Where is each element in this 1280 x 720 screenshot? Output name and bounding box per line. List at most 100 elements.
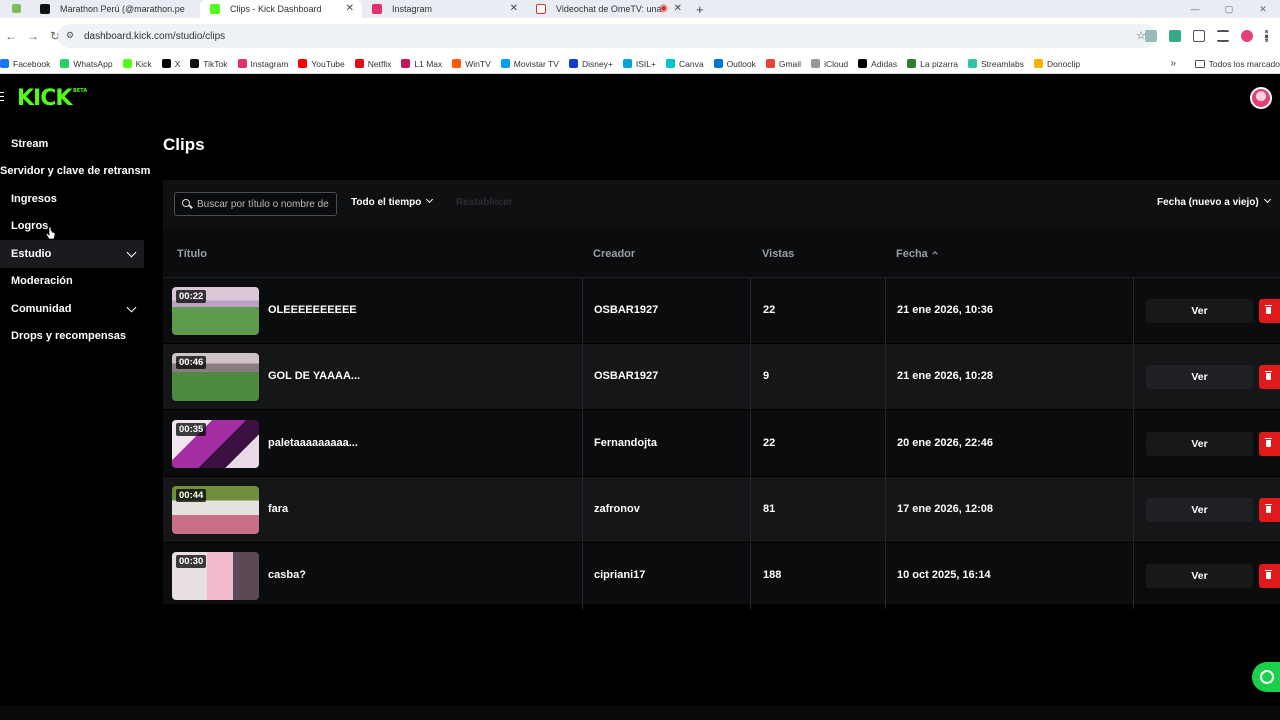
sidebar-item-estudio[interactable]: Estudio bbox=[0, 240, 144, 268]
bookmark-item[interactable]: X bbox=[161, 59, 180, 69]
minimize-icon[interactable]: — bbox=[1178, 0, 1212, 18]
table-row[interactable]: 00:44 fara zafronov 81 17 ene 2026, 12:08 Ver bbox=[163, 476, 1280, 543]
extension-icon[interactable] bbox=[1169, 30, 1181, 42]
table-row[interactable]: 00:30 casba? cipriani17 188 10 oct 2025, 16:… bbox=[163, 543, 1280, 610]
sidebar-item-ingresos[interactable]: Ingresos bbox=[0, 185, 150, 213]
delete-clip-button[interactable] bbox=[1259, 431, 1280, 456]
column-title-header[interactable]: Título bbox=[177, 248, 207, 260]
profile-avatar-icon[interactable] bbox=[1241, 30, 1253, 42]
delete-clip-button[interactable] bbox=[1259, 365, 1280, 390]
clip-creator[interactable]: cipriani17 bbox=[594, 569, 645, 581]
reset-button[interactable]: Restablecer bbox=[456, 197, 513, 208]
time-filter-dropdown[interactable]: Todo el tiempo bbox=[351, 195, 434, 208]
sidebar-item-moderacion[interactable]: Moderación bbox=[0, 268, 150, 296]
view-clip-button[interactable]: Ver bbox=[1146, 299, 1253, 323]
column-date-header[interactable]: Fecha bbox=[896, 248, 938, 260]
delete-clip-button[interactable] bbox=[1259, 497, 1280, 522]
sidebar-item-comunidad[interactable]: Comunidad bbox=[0, 295, 150, 323]
table-row[interactable]: 00:22 OLEEEEEEEEEE OSBAR1927 22 21 ene 2026,… bbox=[163, 278, 1280, 344]
bookmark-item[interactable]: Canva bbox=[665, 59, 704, 69]
chevron-down-icon[interactable] bbox=[126, 302, 137, 313]
column-divider bbox=[1133, 278, 1134, 344]
kick-logo[interactable]: KICK BETA bbox=[17, 86, 87, 111]
table-row[interactable]: 00:35 paletaaaaaaaaa... Fernandojta 22 20 en… bbox=[163, 410, 1280, 477]
sidebar-item-stream[interactable]: Stream bbox=[0, 130, 150, 158]
bookmarks-folder[interactable]: Todos los marcado bbox=[1188, 54, 1280, 73]
maximize-icon[interactable]: ▢ bbox=[1212, 0, 1246, 18]
clip-title[interactable]: fara bbox=[268, 503, 288, 515]
user-avatar[interactable] bbox=[1250, 87, 1272, 109]
clip-thumbnail[interactable]: 00:44 bbox=[172, 485, 259, 534]
bookmark-favicon-icon bbox=[1033, 59, 1043, 68]
sidebar-item-logros[interactable]: Logros bbox=[0, 213, 150, 241]
clip-thumbnail[interactable]: 00:46 bbox=[172, 353, 259, 402]
back-icon[interactable]: ← bbox=[0, 29, 22, 43]
bookmark-item[interactable]: Disney+ bbox=[568, 59, 613, 69]
bookmark-item[interactable]: Netflix bbox=[354, 59, 391, 69]
bookmark-item[interactable]: Streamlabs bbox=[967, 59, 1024, 69]
delete-clip-button[interactable] bbox=[1259, 564, 1280, 589]
media-controls-icon[interactable] bbox=[1217, 30, 1229, 42]
close-icon[interactable]: ✕ bbox=[674, 3, 682, 14]
column-creator-header[interactable]: Creador bbox=[593, 248, 635, 260]
clip-creator[interactable]: Fernandojta bbox=[594, 437, 657, 449]
bookmark-item[interactable]: Outlook bbox=[713, 59, 756, 69]
clip-creator[interactable]: OSBAR1927 bbox=[594, 304, 658, 316]
bookmark-item[interactable]: Kick bbox=[122, 59, 152, 69]
help-chat-button[interactable] bbox=[1252, 662, 1280, 692]
sidebar-item-servidor[interactable]: Servidor y clave de retransm bbox=[0, 158, 150, 186]
sidebar-item-drops[interactable]: Drops y recompensas bbox=[0, 323, 150, 351]
url-field[interactable]: ⚙ dashboard.kick.com/studio/clips ☆ bbox=[58, 24, 1156, 48]
hamburger-menu-icon[interactable] bbox=[0, 92, 4, 101]
bookmark-item[interactable]: L1 Max bbox=[401, 59, 442, 69]
browser-tab-1[interactable]: Clips - Kick Dashboard ✕ bbox=[200, 0, 362, 18]
bookmark-item[interactable]: ISIL+ bbox=[622, 59, 656, 69]
browser-tab-0[interactable]: Marathon Perú (@marathon.pe bbox=[30, 0, 200, 18]
new-tab-icon[interactable]: + bbox=[696, 2, 704, 17]
clip-creator[interactable]: OSBAR1927 bbox=[594, 370, 658, 382]
clip-thumbnail[interactable]: 00:35 bbox=[172, 419, 259, 468]
bookmark-item[interactable]: Movistar TV bbox=[500, 59, 559, 69]
tab-search-icon[interactable] bbox=[0, 0, 30, 18]
bookmark-item[interactable]: Gmail bbox=[765, 59, 801, 69]
forward-icon[interactable]: → bbox=[22, 29, 44, 43]
site-info-icon[interactable]: ⚙ bbox=[66, 30, 78, 42]
bookmark-item[interactable]: Adidas bbox=[858, 59, 897, 69]
bookmark-item[interactable]: La pizarra bbox=[907, 59, 958, 69]
bookmarks-bar: Facebook WhatsApp Kick X TikTok Instagram YouT… bbox=[0, 54, 1280, 74]
clip-title[interactable]: GOL DE YAAAA... bbox=[268, 370, 360, 382]
clip-thumbnail[interactable]: 00:30 bbox=[172, 552, 259, 601]
delete-clip-button[interactable] bbox=[1259, 299, 1280, 323]
close-icon[interactable]: ✕ bbox=[346, 3, 354, 14]
view-clip-button[interactable]: Ver bbox=[1146, 365, 1253, 390]
browser-tab-3[interactable]: Videochat de OmeTV: una ◉ ✕ bbox=[526, 0, 690, 18]
bookmark-item[interactable]: Instagram bbox=[237, 59, 288, 69]
browser-tab-2[interactable]: Instagram ✕ bbox=[362, 0, 526, 18]
extensions-puzzle-icon[interactable] bbox=[1193, 30, 1205, 42]
window-close-icon[interactable]: ✕ bbox=[1246, 0, 1280, 18]
clip-title[interactable]: OLEEEEEEEEEE bbox=[268, 304, 357, 316]
bookmark-item[interactable]: Donoclip bbox=[1033, 59, 1080, 69]
bookmark-item[interactable]: WhatsApp bbox=[60, 59, 113, 69]
clip-title[interactable]: casba? bbox=[268, 569, 306, 581]
bookmark-item[interactable]: WinTV bbox=[452, 59, 491, 69]
more-bookmarks-icon[interactable]: » bbox=[1170, 58, 1176, 69]
menu-dots-icon[interactable] bbox=[1265, 30, 1268, 42]
chevron-down-icon[interactable] bbox=[126, 247, 137, 258]
extension-icon[interactable] bbox=[1145, 30, 1157, 42]
bookmark-item[interactable]: YouTube bbox=[298, 59, 345, 69]
view-clip-button[interactable]: Ver bbox=[1146, 431, 1253, 456]
search-input[interactable]: Buscar por título o nombre de bbox=[174, 192, 337, 216]
bookmark-item[interactable]: Facebook bbox=[0, 59, 50, 69]
close-icon[interactable]: ✕ bbox=[510, 3, 518, 14]
bookmark-item[interactable]: TikTok bbox=[190, 59, 228, 69]
column-views-header[interactable]: Vistas bbox=[762, 248, 794, 260]
clip-creator[interactable]: zafronov bbox=[594, 503, 640, 515]
clip-title[interactable]: paletaaaaaaaaa... bbox=[268, 437, 358, 449]
table-row[interactable]: 00:46 GOL DE YAAAA... OSBAR1927 9 21 ene 202… bbox=[163, 344, 1280, 411]
view-clip-button[interactable]: Ver bbox=[1146, 564, 1253, 589]
clip-thumbnail[interactable]: 00:22 bbox=[172, 287, 259, 335]
bookmark-item[interactable]: iCloud bbox=[811, 59, 848, 69]
view-clip-button[interactable]: Ver bbox=[1146, 497, 1253, 522]
sort-dropdown[interactable]: Fecha (nuevo a viejo) bbox=[1157, 195, 1271, 208]
